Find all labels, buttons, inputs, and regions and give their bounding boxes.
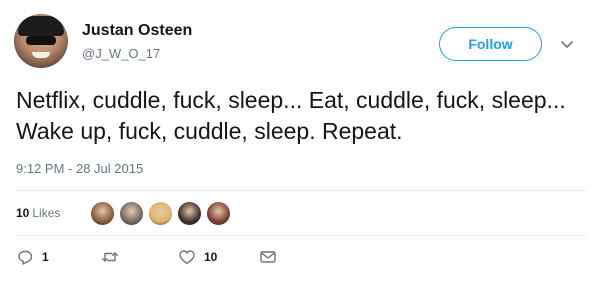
divider xyxy=(16,190,586,191)
heart-icon xyxy=(179,250,195,265)
avatar-sunglasses xyxy=(26,36,56,45)
avatar-cap xyxy=(18,16,64,36)
liker-avatar[interactable] xyxy=(148,201,173,226)
retweet-button[interactable] xyxy=(101,248,127,266)
follow-button[interactable]: Follow xyxy=(439,27,542,61)
likers-avatars xyxy=(90,201,235,226)
liker-avatar[interactable] xyxy=(90,201,115,226)
retweet-icon xyxy=(102,252,118,262)
liker-avatar[interactable] xyxy=(119,201,144,226)
direct-message-button[interactable] xyxy=(259,248,277,266)
divider xyxy=(16,235,586,236)
user-name[interactable]: Justan Osteen xyxy=(82,22,192,40)
avatar-smile xyxy=(32,52,50,58)
likes-stat[interactable]: 10 Likes xyxy=(16,206,60,220)
tweet-text: Netflix, cuddle, fuck, sleep... Eat, cud… xyxy=(16,87,566,144)
reply-icon xyxy=(18,250,33,265)
liker-avatar[interactable] xyxy=(206,201,231,226)
like-count: 10 xyxy=(204,250,218,264)
avatar[interactable] xyxy=(14,14,68,68)
chevron-down-icon[interactable] xyxy=(559,36,575,52)
reply-count: 1 xyxy=(42,250,49,264)
tweet-actions: 1 10 xyxy=(0,248,600,274)
likes-count: 10 xyxy=(16,206,30,220)
like-button[interactable]: 10 xyxy=(178,248,217,266)
likes-label: Likes xyxy=(32,206,61,220)
user-handle[interactable]: @J_W_O_17 xyxy=(82,46,160,61)
envelope-icon xyxy=(260,251,276,263)
liker-avatar[interactable] xyxy=(177,201,202,226)
reply-button[interactable]: 1 xyxy=(16,248,49,266)
tweet-timestamp[interactable]: 9:12 PM - 28 Jul 2015 xyxy=(16,161,143,176)
